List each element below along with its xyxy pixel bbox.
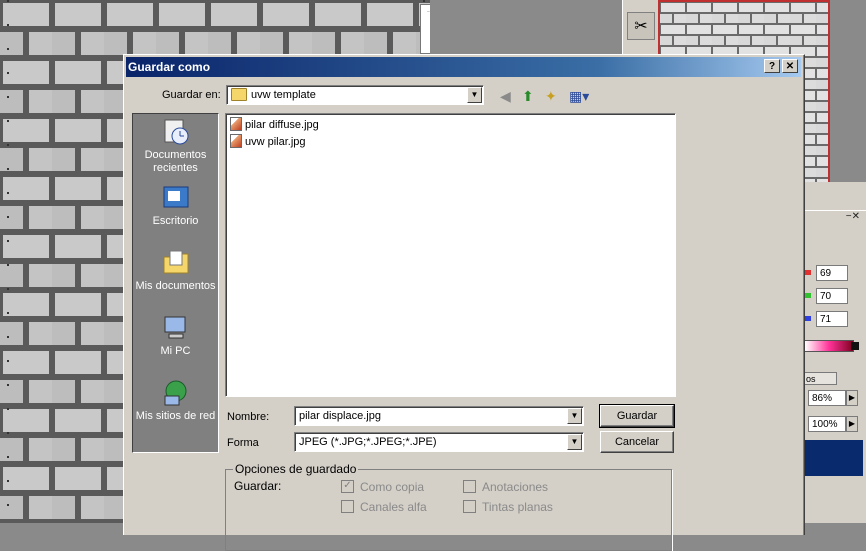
close-button[interactable]: ✕ [782,59,798,73]
save-in-label: Guardar en: [162,89,221,101]
blue-input[interactable]: 71 [816,311,848,327]
file-list[interactable]: pilar diffuse.jpg uvw pilar.jpg [225,113,676,397]
places-bar: Documentos recientes Escritorio Mis docu… [132,113,219,453]
recent-documents-icon [164,119,188,145]
place-recent[interactable]: Documentos recientes [133,118,218,175]
computer-icon [164,316,185,339]
jpg-file-icon [230,117,242,131]
format-select[interactable]: JPEG (*.JPG;*.JPEG;*.JPE) ▼ [294,432,584,452]
network-icon [164,380,186,406]
place-label: Mis documentos [135,280,216,292]
place-desktop[interactable]: Escritorio [133,184,218,228]
spot-colors-checkbox[interactable]: Tintas planas [463,500,553,514]
format-label: Forma [227,437,259,449]
tools-icon[interactable]: ✂ [627,12,655,40]
black-swatch[interactable] [851,342,859,350]
help-button[interactable]: ? [764,59,780,73]
new-folder-icon[interactable]: ✦ [545,88,557,105]
place-label: Documentos recientes [144,149,207,174]
jpg-file-icon [230,134,242,148]
place-label: Mi PC [160,345,191,357]
list-item[interactable]: pilar diffuse.jpg [230,117,319,132]
place-label: Escritorio [152,215,199,227]
play-icon[interactable]: ▶ [846,416,858,432]
palette-tab[interactable]: os [803,372,837,385]
file-name-value: pilar displace.jpg [299,410,381,422]
save-options-group: Opciones de guardado Guardar: ✓ Como copi… [225,462,672,551]
save-button[interactable]: Guardar [599,404,675,428]
file-name: pilar diffuse.jpg [245,118,319,131]
save-as-dialog: Guardar como ? ✕ Guardar en: uvw templat… [123,54,805,551]
color-swatch[interactable] [803,440,863,476]
alpha-channels-checkbox[interactable]: Canales alfa [341,500,427,514]
chevron-down-icon[interactable]: ▼ [567,408,582,424]
save-in-value: uvw template [251,89,316,101]
save-in-dropdown[interactable]: uvw template ▼ [226,85,484,105]
tool-strip: ✂ [622,0,660,54]
file-name: uvw pilar.jpg [245,135,306,148]
play-icon[interactable]: ▶ [846,390,858,406]
folder-icon [231,87,247,101]
place-label: Mis sitios de red [135,410,216,422]
zoom-field-2[interactable]: 100% [808,416,846,432]
document-sheet: ~~~~~~~ [420,4,430,54]
as-copy-checkbox[interactable]: ✓ Como copia [341,480,424,494]
place-my-pc[interactable]: Mi PC [133,314,218,358]
green-input[interactable]: 70 [816,288,848,304]
check-icon: ✓ [341,480,354,494]
view-menu-icon[interactable]: ▦▾ [569,88,589,105]
annotations-checkbox[interactable]: Anotaciones [463,480,548,494]
close-icon[interactable]: −✕ [846,211,860,222]
name-label: Nombre: [227,411,270,423]
up-folder-icon[interactable]: ⬆ [522,88,534,105]
list-item[interactable]: uvw pilar.jpg [230,134,306,149]
file-name-input[interactable]: pilar displace.jpg ▼ [294,406,584,426]
color-palette-header: −✕ [800,210,866,229]
desktop-icon [163,186,188,208]
place-documents[interactable]: Mis documentos [133,249,218,293]
place-network[interactable]: Mis sitios de red [133,379,218,423]
color-ramp[interactable] [804,340,854,352]
cancel-button[interactable]: Cancelar [600,431,674,453]
save-options-title: Opciones de guardado [233,462,359,476]
save-options-label: Guardar: [234,479,282,493]
format-value: JPEG (*.JPG;*.JPEG;*.JPE) [299,436,437,448]
chevron-down-icon[interactable]: ▼ [467,87,482,103]
back-icon[interactable]: ◀ [500,88,511,105]
dialog-titlebar[interactable]: Guardar como ? ✕ [126,57,801,77]
dialog-title: Guardar como [128,60,211,74]
chevron-down-icon[interactable]: ▼ [567,434,582,450]
my-documents-icon [163,250,188,274]
red-input[interactable]: 69 [816,265,848,281]
zoom-field-1[interactable]: 86% [808,390,846,406]
